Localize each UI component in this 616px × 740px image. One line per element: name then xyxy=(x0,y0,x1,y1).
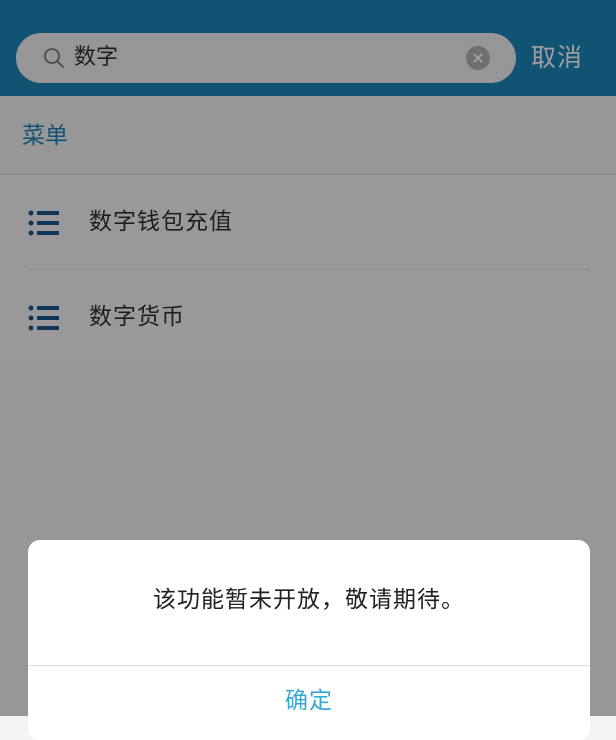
confirm-button[interactable]: 确定 xyxy=(28,666,590,736)
dialog-message: 该功能暂未开放，敬请期待。 xyxy=(153,587,465,613)
alert-dialog: 该功能暂未开放，敬请期待。 确定 xyxy=(28,540,590,740)
